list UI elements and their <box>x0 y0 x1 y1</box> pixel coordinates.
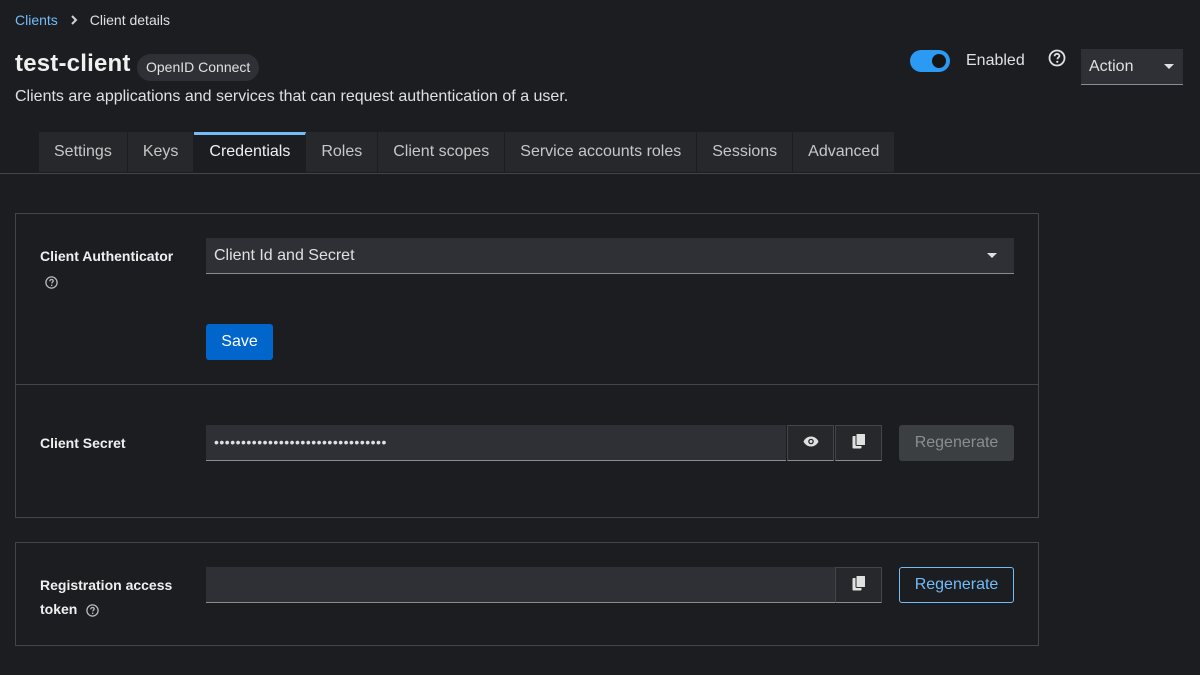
tab-client-scopes[interactable]: Client scopes <box>378 132 506 172</box>
tab-advanced[interactable]: Advanced <box>793 132 896 172</box>
card-divider <box>15 384 1039 385</box>
breadcrumb: Clients Client details <box>15 12 170 28</box>
client-secret-label: Client Secret <box>40 435 126 451</box>
registration-token-label-line2: token <box>40 601 78 617</box>
enabled-label: Enabled <box>966 52 1025 69</box>
eye-icon <box>803 434 819 452</box>
save-button[interactable]: Save <box>206 324 273 360</box>
help-icon[interactable] <box>1048 49 1066 67</box>
client-secret-input[interactable]: •••••••••••••••••••••••••••••••• <box>206 425 786 461</box>
tab-credentials[interactable]: Credentials <box>194 132 307 172</box>
chevron-right-icon <box>70 15 78 25</box>
regenerate-secret-button[interactable]: Regenerate <box>899 425 1014 461</box>
breadcrumb-clients-link[interactable]: Clients <box>15 12 58 28</box>
regenerate-token-button[interactable]: Regenerate <box>899 567 1014 603</box>
copy-icon <box>852 574 866 596</box>
tab-service-accounts-roles[interactable]: Service accounts roles <box>505 132 698 172</box>
client-authenticator-select[interactable]: Client Id and Secret <box>206 238 1014 274</box>
enabled-toggle[interactable] <box>910 50 950 72</box>
breadcrumb-current: Client details <box>89 12 170 28</box>
caret-down-icon <box>986 247 998 265</box>
client-authenticator-value: Client Id and Secret <box>214 246 355 264</box>
action-dropdown[interactable]: Action <box>1081 49 1183 85</box>
tab-sessions[interactable]: Sessions <box>697 132 794 172</box>
action-label: Action <box>1089 57 1134 75</box>
help-icon[interactable] <box>45 276 58 289</box>
caret-down-icon <box>1163 58 1175 76</box>
copy-icon <box>852 432 866 454</box>
protocol-badge: OpenID Connect <box>137 54 260 81</box>
copy-secret-button[interactable] <box>835 425 882 461</box>
page-title: test-client <box>15 50 131 77</box>
page-subtitle: Clients are applications and services th… <box>15 88 569 105</box>
copy-token-button[interactable] <box>835 567 882 603</box>
toggle-knob <box>932 54 946 68</box>
registration-token-label-line1: Registration access <box>40 577 173 593</box>
tab-settings[interactable]: Settings <box>39 132 128 172</box>
tabs-bar: Settings Keys Credentials Roles Client s… <box>0 132 1200 174</box>
show-secret-button[interactable] <box>787 425 834 461</box>
help-icon[interactable] <box>86 604 99 617</box>
client-authenticator-label: Client Authenticator <box>40 248 174 264</box>
registration-token-input[interactable] <box>206 567 835 603</box>
tab-roles[interactable]: Roles <box>306 132 379 172</box>
tab-keys[interactable]: Keys <box>127 132 195 172</box>
